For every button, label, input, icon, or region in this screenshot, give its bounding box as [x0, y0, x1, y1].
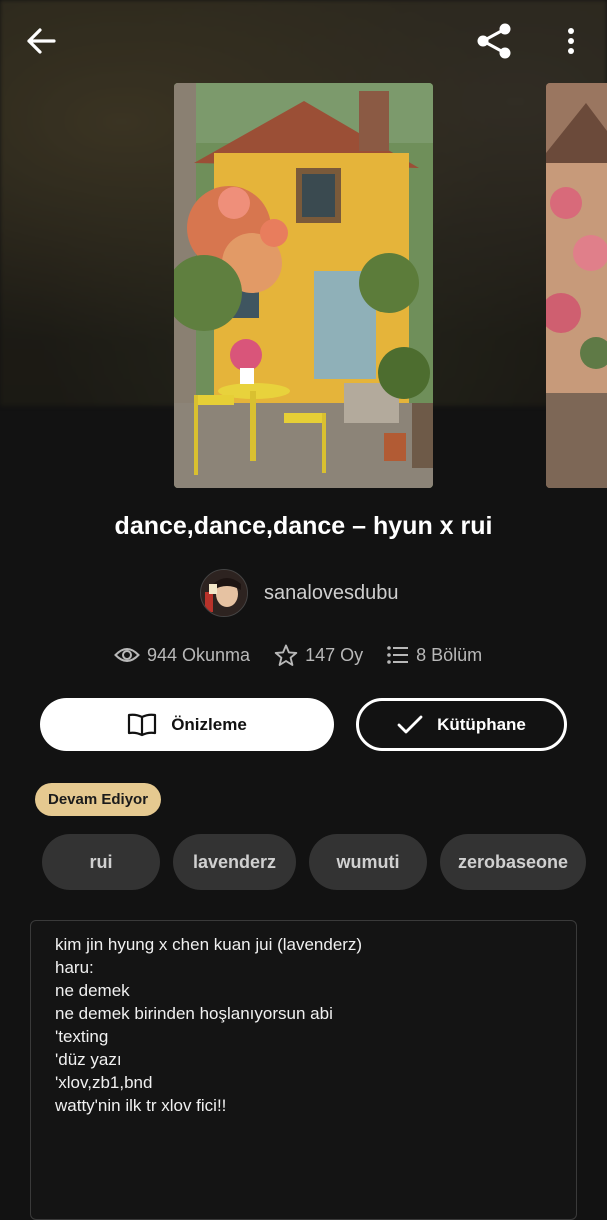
preview-button[interactable]: Önizleme	[40, 698, 334, 751]
arrow-left-icon	[27, 28, 56, 54]
more-options-button[interactable]	[556, 22, 586, 60]
back-button[interactable]	[20, 22, 62, 60]
description-line: 'xlov,zb1,bnd	[55, 1073, 153, 1092]
share-button[interactable]	[472, 20, 516, 62]
list-icon	[387, 646, 409, 664]
checkmark-icon	[397, 715, 423, 733]
author-name: sanalovesdubu	[264, 581, 399, 604]
tag-chip[interactable]: rui	[42, 834, 160, 890]
tag-chip[interactable]: wumuti	[309, 834, 427, 890]
description-line: watty'nin ilk tr xlov fici!!	[55, 1096, 227, 1115]
open-book-icon	[128, 713, 157, 736]
top-app-bar	[0, 0, 607, 82]
next-cover-illustration	[546, 83, 607, 488]
author-link[interactable]: sanalovesdubu	[200, 568, 399, 618]
tag-chip[interactable]: lavenderz	[173, 834, 296, 890]
preview-label: Önizleme	[171, 714, 247, 734]
tag-chip[interactable]: zerobaseone	[440, 834, 586, 890]
avatar[interactable]	[200, 569, 248, 617]
story-title: dance,dance,dance – hyun x rui	[114, 512, 493, 540]
story-cover-image[interactable]	[174, 83, 433, 488]
description-line: kim jin hyung x chen kuan jui (lavenderz…	[55, 935, 363, 954]
star-icon	[274, 644, 298, 666]
votes-count: 147 Oy	[305, 644, 364, 665]
eye-icon	[114, 648, 140, 662]
next-story-cover-image[interactable]	[546, 83, 607, 488]
description-line: haru:	[55, 958, 94, 977]
description-line: ne demek birinden hoşlanıyorsun abi	[55, 1004, 333, 1023]
reads-stat: 944 Okunma	[114, 645, 250, 666]
library-button[interactable]: Kütüphane	[356, 698, 567, 751]
reads-count: 944 Okunma	[147, 644, 251, 665]
parts-count: 8 Bölüm	[416, 644, 483, 665]
status-badge: Devam Ediyor	[35, 783, 162, 816]
description-line: ne demek	[55, 981, 130, 1000]
cover-illustration	[174, 83, 433, 488]
share-icon	[477, 23, 511, 59]
parts-stat: 8 Bölüm	[387, 645, 482, 666]
avatar-image	[201, 570, 247, 616]
story-description: kim jin hyung x chen kuan jui (lavenderz…	[30, 920, 577, 1220]
votes-stat: 147 Oy	[274, 644, 363, 667]
description-line: 'texting	[55, 1027, 109, 1046]
more-vertical-icon	[568, 28, 574, 54]
description-line: 'düz yazı	[55, 1050, 122, 1069]
story-stats: 944 Okunma 147 Oy 8 Bölüm	[114, 640, 482, 670]
tag-list: rui lavenderz wumuti zerobaseone	[42, 834, 586, 890]
library-label: Kütüphane	[437, 714, 526, 734]
